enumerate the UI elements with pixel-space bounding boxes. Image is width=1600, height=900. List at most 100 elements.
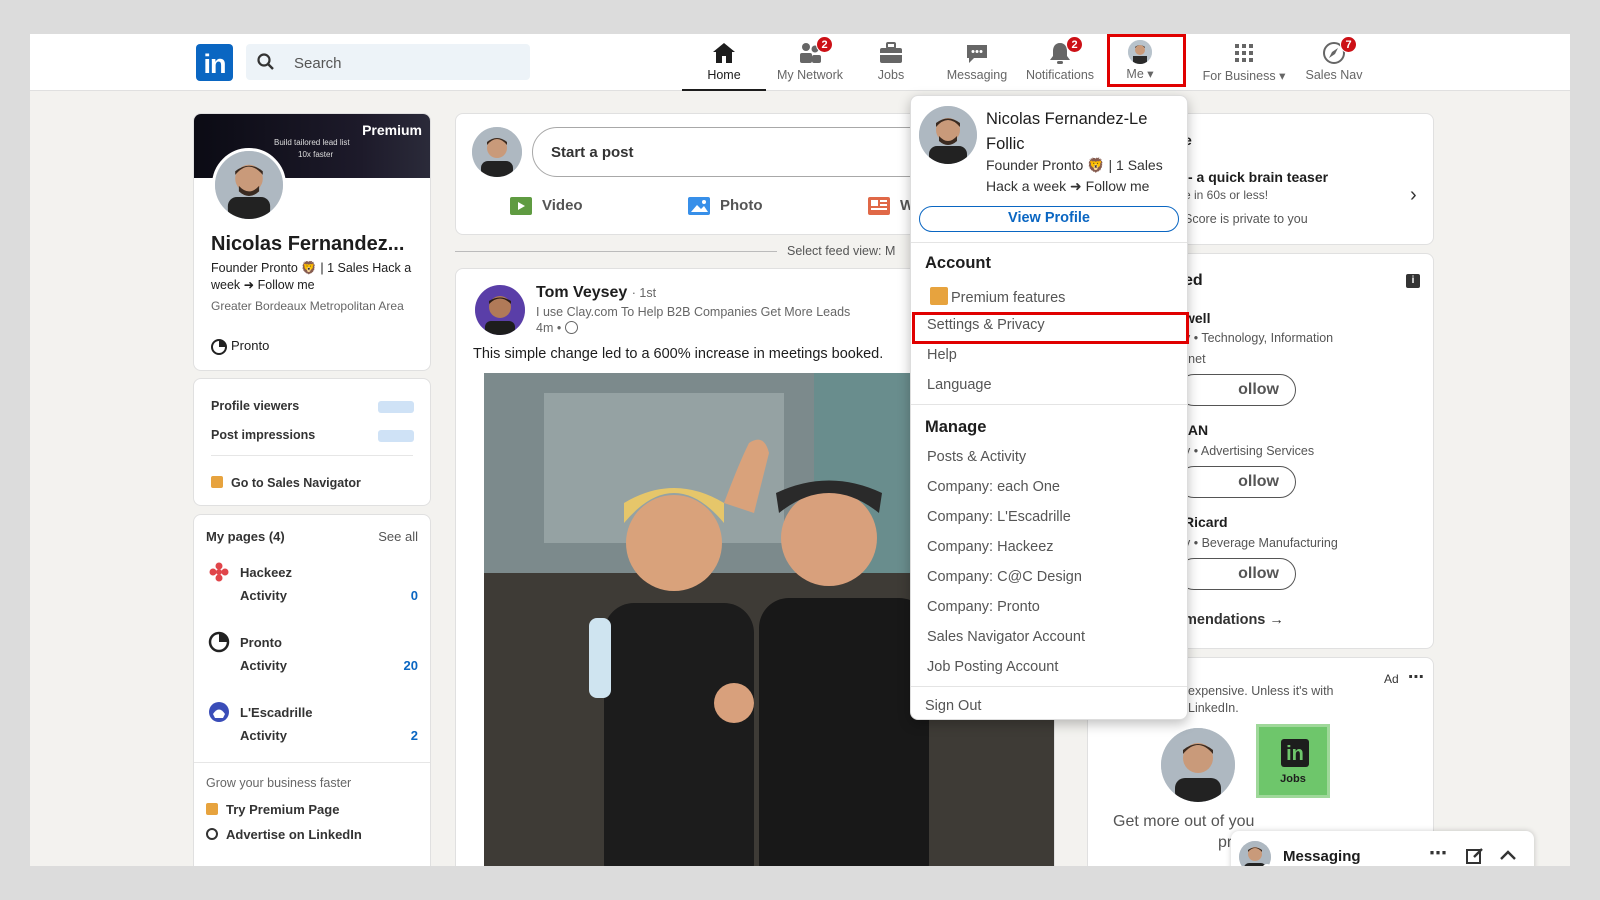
caret-down-icon: ▾ <box>1147 67 1154 81</box>
premium-square-icon <box>211 476 223 488</box>
dropdown-avatar[interactable] <box>919 106 977 164</box>
me-dropdown-menu: Nicolas Fernandez-Le Follic Founder Pron… <box>910 95 1189 720</box>
profile-headline: Founder Pronto 🦁 | 1 Sales Hack a week ➜… <box>211 261 412 292</box>
post-impressions-row[interactable]: Post impressions <box>211 428 315 442</box>
view-profile-button[interactable]: View Profile <box>919 206 1179 232</box>
write-article-button[interactable]: W <box>868 197 914 216</box>
profile-viewers-row[interactable]: Profile viewers <box>211 399 299 413</box>
settings-privacy-item[interactable]: Settings & Privacy <box>927 317 1045 333</box>
sales-nav-badge: 7 <box>1340 36 1357 53</box>
profile-company[interactable]: Pronto <box>211 338 269 355</box>
page-item-pronto[interactable]: Pronto Activity 20 <box>206 629 420 679</box>
network-badge: 2 <box>816 36 833 53</box>
nav-for-business-label: For Business ▾ <box>1198 68 1290 83</box>
banner-line-1: Build tailored lead list <box>274 138 350 147</box>
photo-button[interactable]: Photo <box>688 197 763 216</box>
more-options-icon[interactable]: ⋯ <box>1429 843 1449 863</box>
top-navigation: in Search Home 2 My Network Jobs Messagi… <box>30 34 1570 91</box>
author-name-text: Tom Veysey <box>536 284 628 301</box>
page-item-hackeez[interactable]: Hackeez Activity 0 <box>206 559 420 609</box>
sign-out-item[interactable]: Sign Out <box>925 698 981 714</box>
chevron-right-icon[interactable]: › <box>1410 184 1417 207</box>
premium-features-item[interactable]: Premium features <box>930 287 1065 306</box>
page-activity-count: 0 <box>410 588 418 603</box>
briefcase-icon <box>880 42 902 63</box>
more-options-icon[interactable]: ⋯ <box>1408 667 1424 687</box>
post-text[interactable]: This simple change led to a 600% increas… <box>473 346 883 362</box>
lescadrille-logo-icon <box>209 702 229 722</box>
help-item[interactable]: Help <box>927 347 957 363</box>
puzzle-line: - a quick brain teaser <box>1188 169 1329 185</box>
search-input[interactable]: Search <box>294 55 342 72</box>
search-bar[interactable]: Search <box>246 44 530 80</box>
online-status-dot <box>1262 864 1272 866</box>
nav-my-network[interactable]: 2 My Network <box>770 36 850 90</box>
nav-jobs[interactable]: Jobs <box>866 40 916 90</box>
compose-icon[interactable] <box>1465 846 1485 866</box>
follow-button[interactable]: ollow <box>1178 466 1296 498</box>
share-avatar[interactable] <box>472 127 522 177</box>
chevron-up-icon[interactable] <box>1498 846 1518 866</box>
try-premium-text: Try Premium Page <box>226 802 340 817</box>
language-item[interactable]: Language <box>927 377 992 393</box>
messaging-bar[interactable]: Messaging ⋯ <box>1231 831 1534 866</box>
follow-button[interactable]: ollow <box>1178 558 1296 590</box>
author-name[interactable]: Tom Veysey · 1st <box>536 284 656 302</box>
advertise-link[interactable]: Advertise on LinkedIn <box>206 827 362 842</box>
sales-navigator-account-item[interactable]: Sales Navigator Account <box>927 629 1085 645</box>
nav-notifications[interactable]: 2 Notifications <box>1020 36 1100 90</box>
nav-for-business[interactable]: For Business ▾ <box>1198 40 1290 90</box>
puzzle-private-text: Score is private to you <box>1184 212 1308 226</box>
info-icon[interactable]: i <box>1406 274 1420 288</box>
feed-view-text: Select feed view: M <box>787 244 896 258</box>
photo-icon <box>688 197 710 216</box>
author-avatar[interactable] <box>475 285 525 335</box>
page-item-lescadrille[interactable]: L'Escadrille Activity 2 <box>206 699 420 749</box>
feed-divider-line <box>455 251 777 252</box>
linkedin-logo-icon[interactable]: in <box>196 44 233 81</box>
posts-activity-item[interactable]: Posts & Activity <box>927 449 1026 465</box>
linkedin-jobs-logo: in Jobs <box>1256 724 1330 798</box>
caret-down-icon: ▾ <box>1279 69 1286 83</box>
profile-location: Greater Bordeaux Metropolitan Area <box>211 299 404 313</box>
follow-label: ollow <box>1238 473 1279 490</box>
follow-label: ollow <box>1238 565 1279 582</box>
ad-text: expensive. Unless it's with <box>1188 684 1334 698</box>
analytics-card: Profile viewers Post impressions Go to S… <box>193 378 431 506</box>
nav-home[interactable]: Home <box>682 40 766 91</box>
ad-avatar <box>1161 728 1235 802</box>
nav-me[interactable]: Me ▾ <box>1120 40 1160 90</box>
profile-name[interactable]: Nicolas Fernandez... <box>211 233 404 256</box>
page-name: L'Escadrille <box>240 705 313 720</box>
nav-my-network-label: My Network <box>777 68 843 82</box>
post-time-text: 4m • <box>536 321 562 335</box>
start-post-text: Start a post <box>551 144 634 161</box>
nav-home-label: Home <box>707 68 741 82</box>
company-each-one-item[interactable]: Company: each One <box>927 479 1060 495</box>
premium-label: Premium <box>362 122 422 138</box>
see-all-link[interactable]: See all <box>378 529 418 544</box>
company-hackeez-item[interactable]: Company: Hackeez <box>927 539 1054 555</box>
nav-messaging[interactable]: Messaging <box>942 40 1012 90</box>
job-posting-account-item[interactable]: Job Posting Account <box>927 659 1058 675</box>
grow-business-text: Grow your business faster <box>206 776 352 790</box>
company-cc-design-item[interactable]: Company: C@C Design <box>927 569 1082 585</box>
video-button[interactable]: Video <box>510 197 583 216</box>
nav-for-business-text: For Business <box>1202 69 1276 83</box>
try-premium-page-link[interactable]: Try Premium Page <box>206 802 339 817</box>
suggestion-desc: y • Technology, Information <box>1184 331 1334 345</box>
jobs-label: Jobs <box>1280 773 1306 785</box>
company-lescadrille-item[interactable]: Company: L'Escadrille <box>927 509 1071 525</box>
follow-button[interactable]: ollow <box>1178 374 1296 406</box>
go-to-sales-navigator-link[interactable]: Go to Sales Navigator <box>211 476 361 490</box>
suggestion-name[interactable]: Ricard <box>1184 514 1228 530</box>
company-pronto-item[interactable]: Company: Pronto <box>927 599 1040 615</box>
view-recommendations-link[interactable]: mendations → <box>1184 612 1284 628</box>
globe-icon <box>564 321 578 334</box>
follow-label: ollow <box>1238 381 1279 398</box>
page-activity-count: 2 <box>410 728 418 743</box>
nav-me-text: Me <box>1126 67 1144 81</box>
nav-sales-nav[interactable]: 7 Sales Nav <box>1302 36 1366 90</box>
profile-avatar[interactable] <box>212 148 286 222</box>
nav-sales-nav-label: Sales Nav <box>1305 68 1363 82</box>
